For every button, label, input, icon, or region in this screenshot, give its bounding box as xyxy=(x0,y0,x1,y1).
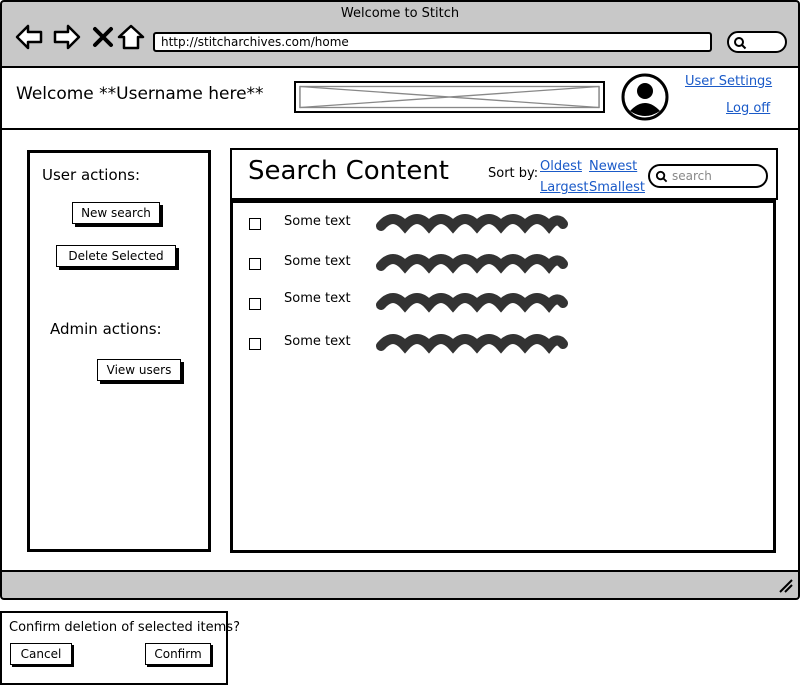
window-title: Welcome to Stitch xyxy=(340,6,460,21)
user-settings-link[interactable]: User Settings xyxy=(685,74,772,89)
redacted-text-scribble xyxy=(376,334,568,354)
cancel-button[interactable]: Cancel xyxy=(10,643,72,665)
browser-search-field[interactable] xyxy=(727,31,787,53)
url-bar[interactable]: http://stitcharchives.com/home xyxy=(153,32,712,52)
sort-smallest-link[interactable]: Smallest xyxy=(589,180,645,195)
content-search-input[interactable]: search xyxy=(648,164,768,188)
close-x-icon[interactable] xyxy=(88,22,118,52)
search-placeholder: search xyxy=(672,169,712,183)
row-checkbox[interactable] xyxy=(249,298,261,310)
row-checkbox[interactable] xyxy=(249,258,261,270)
sort-oldest-link[interactable]: Oldest xyxy=(540,159,582,174)
redacted-text-scribble xyxy=(376,214,568,234)
log-off-link[interactable]: Log off xyxy=(726,101,770,116)
home-icon[interactable] xyxy=(116,22,146,52)
search-icon xyxy=(655,170,668,183)
resize-grip-icon[interactable] xyxy=(778,578,794,594)
back-arrow-icon[interactable] xyxy=(14,22,44,52)
confirm-button[interactable]: Confirm xyxy=(145,643,211,665)
header-divider xyxy=(2,128,798,130)
row-text: Some text xyxy=(284,334,351,349)
welcome-message: Welcome **Username here** xyxy=(16,84,264,104)
page-title: Search Content xyxy=(248,156,449,186)
sort-largest-link[interactable]: Largest xyxy=(540,180,588,195)
forward-arrow-icon[interactable] xyxy=(52,22,82,52)
row-text: Some text xyxy=(284,291,351,306)
row-checkbox[interactable] xyxy=(249,218,261,230)
row-text: Some text xyxy=(284,214,351,229)
banner-image-placeholder xyxy=(294,81,605,113)
user-actions-label: User actions: xyxy=(42,166,140,184)
view-users-button[interactable]: View users xyxy=(97,359,181,381)
sort-label: Sort by: xyxy=(488,166,539,181)
user-avatar-icon[interactable] xyxy=(621,73,669,121)
dialog-message: Confirm deletion of selected items? xyxy=(9,620,240,635)
delete-selected-button[interactable]: Delete Selected xyxy=(56,245,176,267)
sort-newest-link[interactable]: Newest xyxy=(589,159,637,174)
row-checkbox[interactable] xyxy=(249,338,261,350)
admin-actions-label: Admin actions: xyxy=(50,320,162,338)
redacted-text-scribble xyxy=(376,254,568,274)
search-icon xyxy=(734,37,747,50)
row-text: Some text xyxy=(284,254,351,269)
redacted-text-scribble xyxy=(376,293,568,313)
new-search-button[interactable]: New search xyxy=(72,202,160,224)
